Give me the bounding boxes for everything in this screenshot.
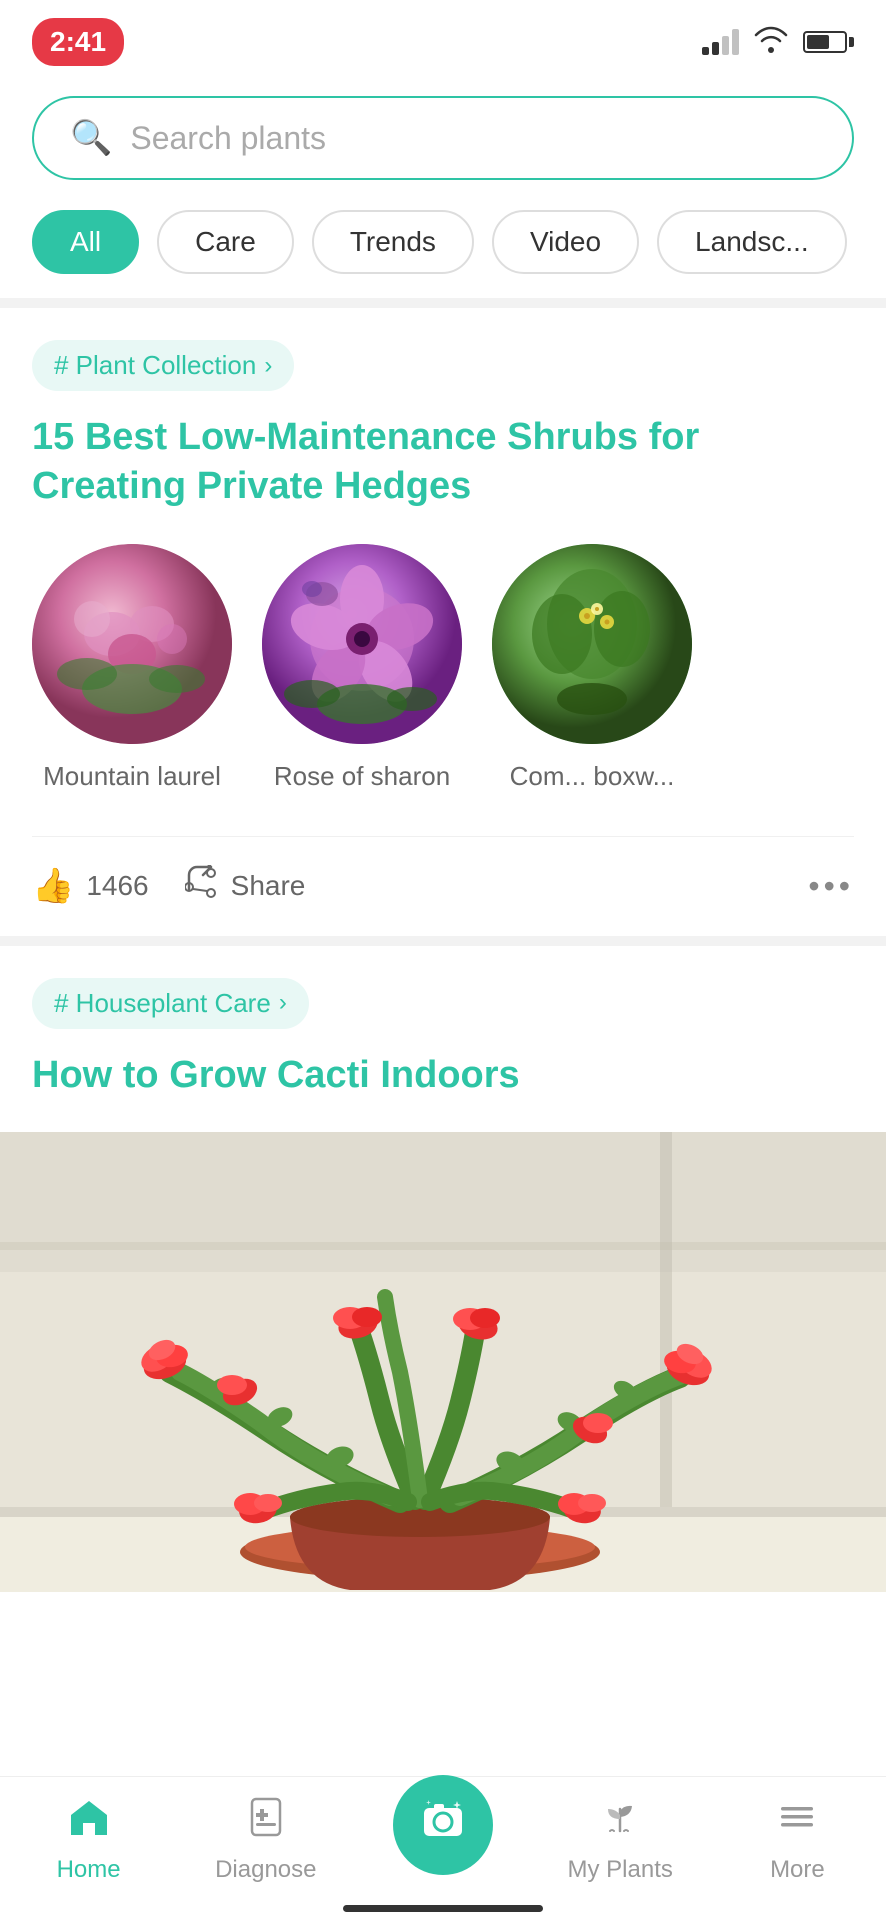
section-divider-1 xyxy=(0,298,886,308)
post2-header: # Houseplant Care › How to Grow Cacti In… xyxy=(0,978,886,1100)
plant-label-0: Mountain laurel xyxy=(43,760,221,794)
category-tag-2[interactable]: # Houseplant Care › xyxy=(32,978,309,1029)
nav-label-home: Home xyxy=(57,1856,121,1884)
status-bar: 2:41 xyxy=(0,0,886,76)
plant-circle-1 xyxy=(262,544,462,744)
category-label-2: # Houseplant Care xyxy=(54,988,271,1019)
filter-tabs: All Care Trends Video Landsc... xyxy=(0,200,886,298)
more-button-1[interactable]: ••• xyxy=(808,868,854,905)
home-icon xyxy=(67,1795,111,1848)
search-section: 🔍 Search plants xyxy=(0,76,886,200)
plant-circle-0 xyxy=(32,544,232,744)
post-actions-1: 👍 1466 Share ••• xyxy=(32,836,854,936)
filter-tab-landscape[interactable]: Landsc... xyxy=(657,210,847,274)
wifi-icon xyxy=(753,25,789,60)
category-tag-1[interactable]: # Plant Collection › xyxy=(32,340,294,391)
battery-icon xyxy=(803,31,854,53)
filter-tab-trends[interactable]: Trends xyxy=(312,210,474,274)
nav-label-more: More xyxy=(770,1856,825,1884)
search-bar[interactable]: 🔍 Search plants xyxy=(32,96,854,180)
nav-label-myplants: My Plants xyxy=(568,1856,673,1884)
plant-label-1: Rose of sharon xyxy=(274,760,450,794)
diagnose-icon xyxy=(244,1795,288,1848)
category-chevron-2: › xyxy=(279,989,287,1017)
like-icon: 👍 xyxy=(32,866,74,906)
myplants-icon xyxy=(598,1795,642,1848)
nav-item-myplants[interactable]: My Plants xyxy=(532,1795,709,1884)
filter-tab-all[interactable]: All xyxy=(32,210,139,274)
like-count: 1466 xyxy=(86,870,148,902)
nav-item-more[interactable]: More xyxy=(709,1795,886,1884)
section-divider-2 xyxy=(0,936,886,946)
plant-label-2: Com... boxw... xyxy=(510,760,675,794)
share-icon xyxy=(185,865,219,908)
status-time: 2:41 xyxy=(32,18,124,66)
search-icon: 🔍 xyxy=(70,118,112,158)
post-image-cactus[interactable] xyxy=(0,1132,886,1592)
post-card-2: # Houseplant Care › How to Grow Cacti In… xyxy=(0,946,886,1592)
signal-icon xyxy=(702,29,739,55)
nav-item-home[interactable]: Home xyxy=(0,1795,177,1884)
share-button[interactable]: Share xyxy=(185,865,306,908)
post-title-2[interactable]: How to Grow Cacti Indoors xyxy=(32,1051,854,1100)
nav-item-camera[interactable] xyxy=(354,1805,531,1875)
plant-item-2[interactable]: Com... boxw... xyxy=(492,544,692,794)
category-chevron-1: › xyxy=(264,352,272,380)
nav-item-diagnose[interactable]: Diagnose xyxy=(177,1795,354,1884)
post-card-1: # Plant Collection › 15 Best Low-Mainten… xyxy=(0,308,886,936)
filter-tab-video[interactable]: Video xyxy=(492,210,639,274)
post-title-1[interactable]: 15 Best Low-Maintenance Shrubs for Creat… xyxy=(32,413,854,512)
more-icon xyxy=(775,1795,819,1848)
status-icons xyxy=(702,25,854,60)
plant-item-0[interactable]: Mountain laurel xyxy=(32,544,232,794)
camera-button[interactable] xyxy=(393,1775,493,1875)
plant-circles: Mountain laurel xyxy=(32,544,854,808)
home-indicator xyxy=(343,1905,543,1912)
plant-circle-2 xyxy=(492,544,692,744)
category-label-1: # Plant Collection xyxy=(54,350,256,381)
camera-icon xyxy=(418,1794,468,1855)
share-label: Share xyxy=(231,870,306,902)
search-placeholder: Search plants xyxy=(130,120,326,157)
like-button[interactable]: 👍 1466 xyxy=(32,866,149,906)
filter-tab-care[interactable]: Care xyxy=(157,210,294,274)
plant-item-1[interactable]: Rose of sharon xyxy=(262,544,462,794)
nav-label-diagnose: Diagnose xyxy=(215,1856,316,1884)
